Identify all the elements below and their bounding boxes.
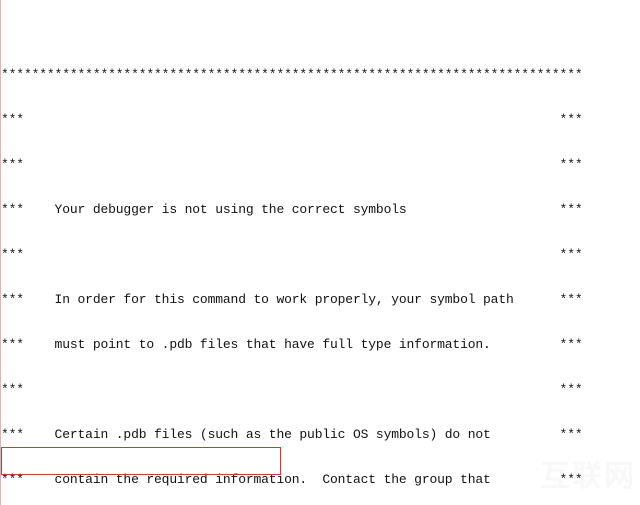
banner-line-debugger-symbols: *** Your debugger is not using the corre… [1,202,583,217]
clipped-banner-row: ****************************************… [1,0,640,7]
console-text-area: ****************************************… [1,7,640,505]
debugger-console-output: ****************************************… [0,0,640,505]
banner-line: *** *** [1,247,583,262]
banner-line-symbol-path-2: *** must point to .pdb files that have f… [1,337,583,352]
banner-line: *** *** [1,382,583,397]
banner-line-symbol-path-1: *** In order for this command to work pr… [1,292,583,307]
banner-line: *** *** [1,157,583,172]
banner-top-border: ****************************************… [1,67,583,82]
banner-line-pdb-2: *** contain the required information. Co… [1,472,583,487]
banner-line-pdb-1: *** Certain .pdb files (such as the publ… [1,427,583,442]
banner-line: *** *** [1,112,583,127]
